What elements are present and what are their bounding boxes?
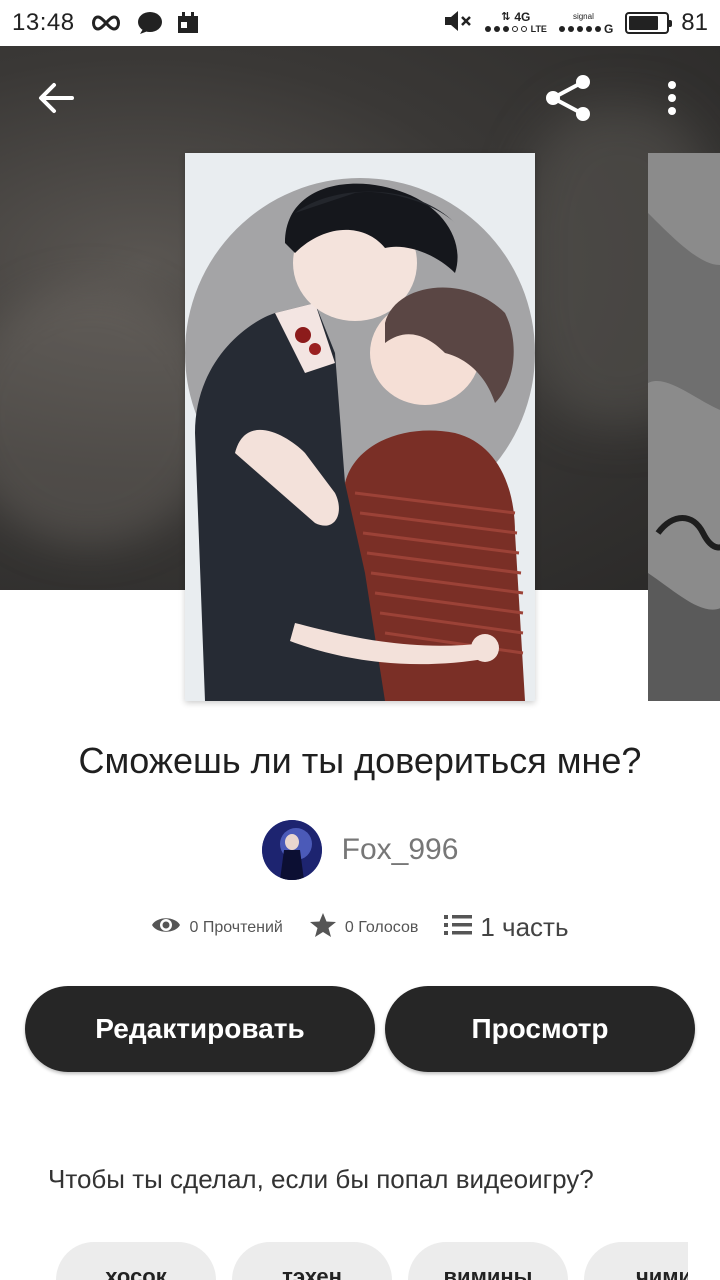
arrow-left-icon [38, 82, 74, 119]
votes-stat: 0 Голосов [309, 912, 418, 943]
share-icon [543, 74, 593, 127]
tag-chip[interactable]: хосок [56, 1242, 216, 1280]
status-bar: 13:48 ⇅ 4G LTE signal G 81 [0, 0, 720, 46]
story-stats: 0 Прочтений 0 Голосов 1 часть [0, 912, 720, 943]
mute-icon [443, 9, 473, 38]
eye-icon [151, 914, 181, 941]
story-description: Чтобы ты сделал, если бы попал видеоигру… [48, 1164, 594, 1194]
parts-stat[interactable]: 1 часть [444, 912, 569, 943]
back-button[interactable] [24, 68, 88, 132]
avatar-illustration [261, 820, 322, 880]
avatar[interactable] [261, 820, 322, 880]
share-button[interactable] [536, 68, 600, 132]
battery-fill [629, 16, 659, 30]
reads-count: 0 Прочтений [189, 918, 283, 936]
more-options-button[interactable] [640, 68, 704, 132]
author-name[interactable]: Fox_996 [342, 833, 459, 867]
story-cover[interactable] [185, 153, 535, 701]
story-title: Сможешь ли ты довериться мне? [78, 740, 642, 781]
tag-chip[interactable]: чими [584, 1242, 688, 1280]
edit-button[interactable]: Редактировать [25, 986, 375, 1072]
battery-icon [625, 12, 673, 34]
network-1: ⇅ 4G LTE [484, 11, 547, 34]
next-cover-preview[interactable] [648, 153, 720, 701]
signal-icon-2 [558, 26, 601, 32]
reads-stat: 0 Прочтений [151, 914, 283, 941]
votes-count: 0 Голосов [344, 918, 419, 936]
status-time: 13:48 [12, 9, 75, 36]
star-icon [309, 912, 337, 943]
signal-icon [484, 26, 527, 32]
chat-icon [137, 11, 163, 35]
tag-chip[interactable]: тэхен [232, 1242, 392, 1280]
top-app-bar [0, 60, 720, 140]
cover-illustration [185, 153, 535, 701]
parts-count[interactable]: 1 часть [480, 912, 568, 943]
calendar-icon [177, 12, 199, 34]
tag-list: хосок тэхен вимины чими [56, 1242, 688, 1280]
author-row[interactable]: Fox_996 [0, 820, 720, 880]
network-2: signal G [558, 12, 613, 35]
infinity-icon [89, 13, 123, 33]
next-cover-illustration [648, 153, 720, 701]
list-icon [444, 913, 473, 942]
battery-percent: 81 [681, 9, 708, 36]
data-arrows-icon: ⇅ [501, 11, 511, 23]
more-vertical-icon [667, 80, 677, 121]
view-button[interactable]: Просмотр [385, 986, 695, 1072]
tag-chip[interactable]: вимины [408, 1242, 568, 1280]
